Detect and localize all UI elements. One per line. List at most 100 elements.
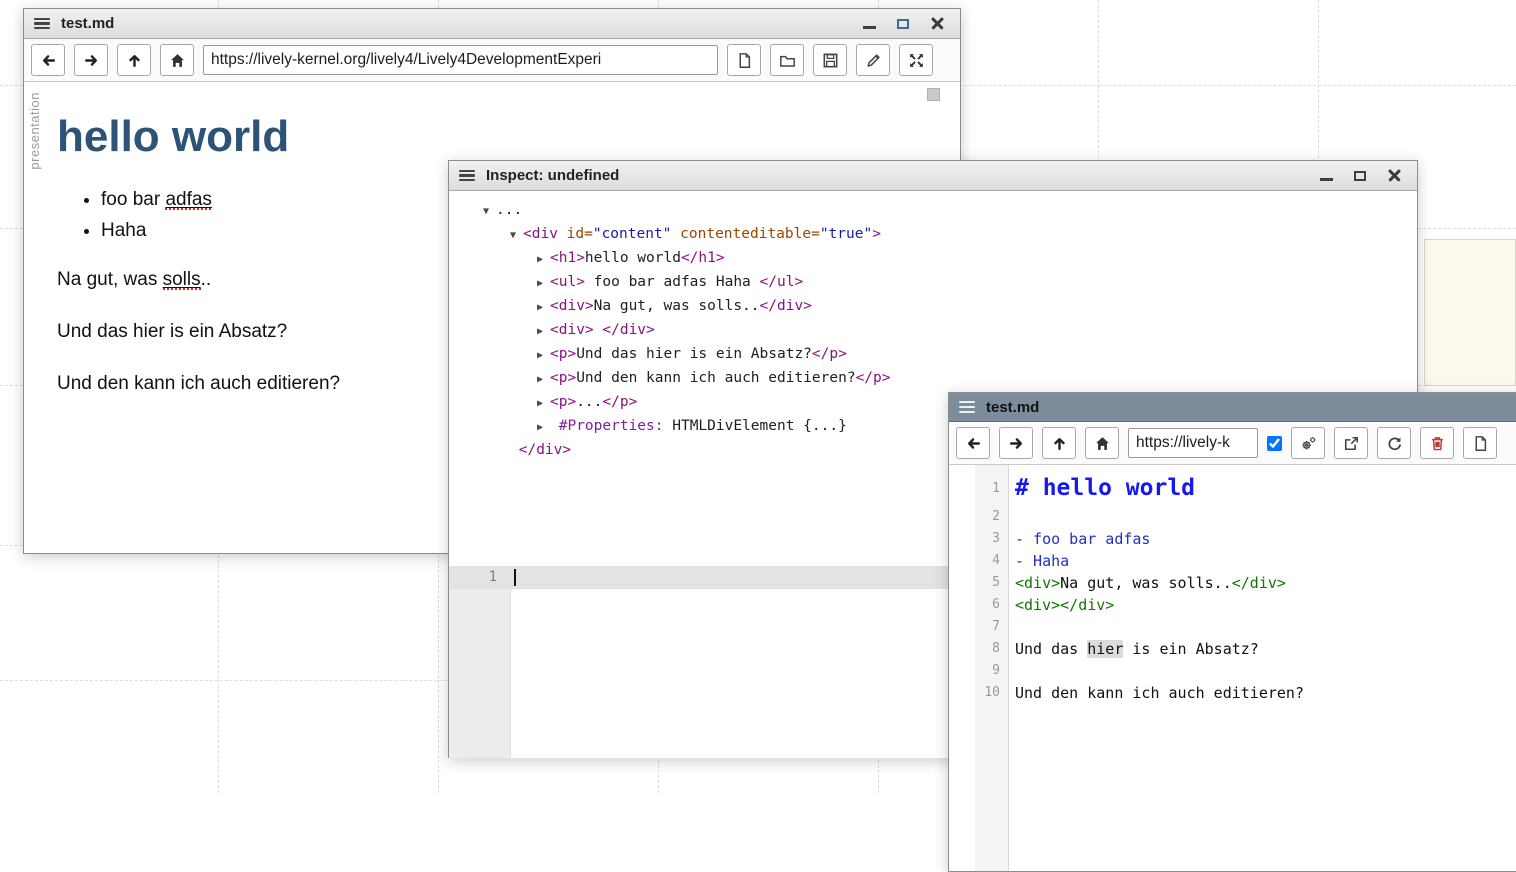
new-file-button[interactable] [727,44,761,76]
page-title: hello world [57,112,960,162]
line-number: 8 [975,638,1008,660]
text-segment: <div [523,226,558,242]
line-number: 9 [975,660,1008,682]
browser-toolbar [949,422,1516,465]
dom-tree-node[interactable]: ▼... [483,199,1417,223]
line-number: 3 [975,528,1008,550]
text-segment: </p> [602,394,637,410]
text-segment: Na gut, was [57,269,163,290]
text-segment: Und das [1015,640,1087,658]
window-menu-icon[interactable] [459,170,475,182]
line-number-gutter: 12345678910 [975,465,1009,871]
fullscreen-button[interactable] [899,44,933,76]
text-segment: Haha [101,220,146,241]
home-button[interactable] [160,44,194,76]
url-input[interactable] [1128,428,1258,458]
trash-icon [1429,435,1446,452]
maximize-button[interactable] [895,16,911,32]
text-segment: ▶ [537,249,550,271]
text-segment: is ein Absatz? [1123,640,1258,658]
edit-button[interactable] [856,44,890,76]
url-options-checkbox[interactable] [1267,436,1282,451]
text-segment: Na gut, was solls.. [594,298,760,314]
text-segment: <p> [550,394,576,410]
text-segment: </div> [1060,596,1114,614]
text-cursor [514,569,516,586]
titlebar[interactable]: test.md [24,9,960,39]
pane-label: presentation [27,92,42,170]
dom-tree-node[interactable]: ▶<p>Und den kann ich auch editieren?</p> [483,367,1417,391]
settings-button[interactable] [1291,427,1325,459]
code-line[interactable]: # hello world [1015,471,1516,506]
text-segment: #Properties: [550,418,664,434]
window-controls [861,16,950,32]
text-segment: </div> [602,322,654,338]
dom-tree-node[interactable]: ▶<h1>hello world</h1> [483,247,1417,271]
minimize-button[interactable] [1318,168,1334,184]
up-button[interactable] [1042,427,1076,459]
text-segment: </ul> [760,274,804,290]
code-line[interactable] [1015,506,1516,528]
window-menu-icon[interactable] [959,401,975,413]
code-line[interactable]: Und den kann ich auch editieren? [1015,682,1516,704]
back-button[interactable] [956,427,990,459]
scrollbar-thumb[interactable] [927,88,940,101]
forward-button[interactable] [999,427,1033,459]
dom-tree-node[interactable]: ▶<ul> foo bar adfas Haha </ul> [483,271,1417,295]
text-segment: > [872,226,881,242]
home-button[interactable] [1085,427,1119,459]
text-segment: <div> [1015,596,1060,614]
dom-tree-node[interactable]: ▶<div> </div> [483,319,1417,343]
forward-button[interactable] [74,44,108,76]
new-file-button[interactable] [1463,427,1497,459]
text-segment: HTMLDivElement {...} [664,418,847,434]
code-editor: 12345678910 # hello world - foo bar adfas… [949,465,1516,871]
close-button[interactable] [929,16,945,32]
new-file-icon [736,52,753,69]
text-segment: ▶ [537,369,550,391]
close-button[interactable] [1386,168,1402,184]
code-line[interactable] [1015,616,1516,638]
text-segment: </h1> [681,250,725,266]
open-external-button[interactable] [1334,427,1368,459]
text-segment: </div> [1232,574,1286,592]
url-input[interactable] [203,45,718,75]
window-menu-icon[interactable] [34,18,50,30]
dom-tree-node[interactable]: ▶<div>Na gut, was solls..</div> [483,295,1417,319]
maximize-button[interactable] [1352,168,1368,184]
code-line[interactable] [1015,660,1516,682]
save-button[interactable] [813,44,847,76]
code-line[interactable]: <div></div> [1015,594,1516,616]
line-number: 7 [975,616,1008,638]
text-segment: ... [496,202,522,218]
dom-tree-node[interactable]: ▶<p>Und das hier is ein Absatz?</p> [483,343,1417,367]
text-segment: Und den kann ich auch editieren? [1015,684,1304,702]
text-segment: Und das hier is ein Absatz? [57,321,287,342]
text-segment: </p> [856,370,891,386]
up-button[interactable] [117,44,151,76]
delete-button[interactable] [1420,427,1454,459]
text-segment: foo bar adfas Haha [585,274,760,290]
minimize-button[interactable] [861,16,877,32]
text-segment: ▶ [537,273,550,295]
code-line[interactable]: <div>Na gut, was solls..</div> [1015,572,1516,594]
text-segment: ▶ [537,417,550,439]
titlebar[interactable]: Inspect: undefined [449,161,1417,191]
code-line[interactable]: - foo bar adfas [1015,528,1516,550]
back-button[interactable] [31,44,65,76]
text-segment: contenteditable= [671,226,819,242]
fullscreen-icon [908,52,925,69]
text-segment: <p> [550,370,576,386]
text-segment: <p> [550,346,576,362]
text-segment: ... [576,394,602,410]
dom-tree-node[interactable]: ▼<div id="content" contenteditable="true… [483,223,1417,247]
refresh-button[interactable] [1377,427,1411,459]
back-arrow-icon [965,435,982,452]
text-segment: foo bar [101,189,165,210]
window-controls [1318,168,1407,184]
code-line[interactable]: - Haha [1015,550,1516,572]
folder-button[interactable] [770,44,804,76]
code-line[interactable]: Und das hier is ein Absatz? [1015,638,1516,660]
titlebar[interactable]: test.md [949,393,1516,422]
code-area[interactable]: # hello world - foo bar adfas- Haha<div>N… [1009,465,1516,871]
